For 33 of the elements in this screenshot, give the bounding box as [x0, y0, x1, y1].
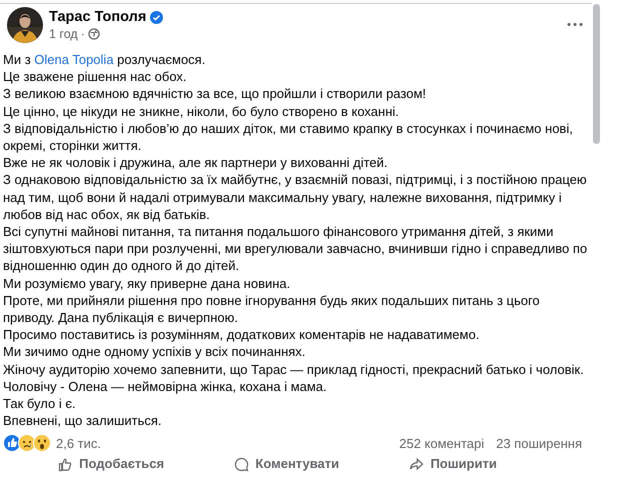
- post-paragraph: Вже не як чоловік і дружина, але як партнери у вихованні дітей.: [3, 154, 389, 172]
- post-paragraph: Ми розуміємо увагу, яку приверне дана новина.: [3, 274, 292, 292]
- share-icon: [409, 456, 424, 472]
- globe-icon: [88, 28, 100, 40]
- reaction-count[interactable]: 2,6 тис.: [56, 436, 102, 451]
- post-paragraph: Всі супутні майнові питання, та питання подальшого фінансового утримання дітей, з якими зіштовхуються пари при розлученні, ми врегулювали завчасно, вчинивши гідно і справедливо по відношенню один до одного й до дітей.: [3, 223, 588, 275]
- post-time[interactable]: 1 год: [49, 27, 78, 41]
- post-paragraph: Впевнені, що залишиться.: [3, 412, 163, 430]
- post-paragraph: З відповідальністю і любов’ю до наших діток, ми ставимо крапку в стосунках і починаємо нові, окремі, сторінки життя.: [3, 120, 574, 154]
- separator-dot: ·: [80, 27, 85, 41]
- comment-count[interactable]: 252 коментарі: [399, 436, 484, 451]
- post-paragraph: Жіночу аудиторію хочемо запевнити, що Тарас — приклад гідності, прекрасний батько і чоловік.: [3, 360, 585, 378]
- post-paragraph: Просимо поставитись із розумінням, додаткових коментарів не надаватимемо.: [3, 326, 480, 344]
- post-paragraph: Це зважене рішення нас обох.: [3, 68, 188, 86]
- post-paragraph: Ми зичимо одне одному успіхів у всіх починаннях.: [3, 343, 306, 361]
- post-paragraph: З однаковою відповідальністю за їх майбутнє, у взаємній повазі, підтримці, і з постійною працею над тим, щоб вони й надалі отримували максимальну увагу, належне виховання, підтримку і любов від нас обох, як від батьків.: [3, 171, 588, 224]
- author-name[interactable]: Тарас Тополя: [49, 9, 146, 25]
- wow-reaction-icon: [33, 434, 51, 452]
- post-paragraph: Ми з Olena Topolia розлучаємося.: [3, 51, 206, 68]
- share-button[interactable]: Поширити: [409, 456, 497, 472]
- post-paragraph: Так було і є.: [3, 395, 77, 412]
- share-count[interactable]: 23 поширення: [496, 436, 582, 451]
- comment-button[interactable]: Коментувати: [234, 456, 340, 472]
- scrollbar-thumb[interactable]: [593, 4, 600, 144]
- post-paragraph: З великою взаємною вдячністю за все, що пройшли і створили разом!: [3, 85, 427, 103]
- post-paragraph: Проте, ми прийняли рішення про повне ігнорування будь яких подальших питань з цього приводу. Дана публікація є вичерпною.: [3, 292, 541, 326]
- thumbs-up-icon: [58, 456, 74, 472]
- post-paragraph: Чоловічу - Олена — неймовірна жінка, кохана і мама.: [3, 378, 328, 396]
- post-paragraph: Це цінно, це нікуди не зникне, ніколи, бо було створено в коханні.: [3, 102, 400, 120]
- comment-icon: [234, 456, 250, 472]
- more-options-icon[interactable]: [566, 22, 584, 27]
- mention-link[interactable]: Olena Topolia: [34, 52, 114, 67]
- like-button[interactable]: Подобається: [58, 456, 164, 472]
